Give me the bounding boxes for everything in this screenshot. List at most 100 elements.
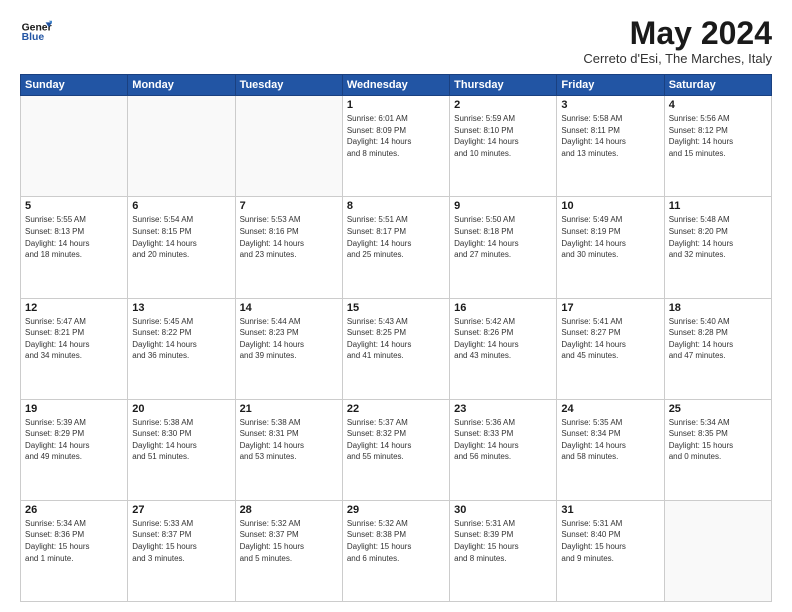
day-number: 27 <box>132 504 230 516</box>
day-info: Sunrise: 5:41 AM Sunset: 8:27 PM Dayligh… <box>561 316 659 362</box>
calendar-day-cell: 23 Sunrise: 5:36 AM Sunset: 8:33 PM Dayli… <box>450 399 557 500</box>
calendar-day-cell: 10Sunrise: 5:49 AM Sunset: 8:19 PM Dayli… <box>557 197 664 298</box>
day-info: Sunrise: 5:32 AM Sunset: 8:38 PM Dayligh… <box>347 518 445 564</box>
day-number: 7 <box>240 200 338 212</box>
day-number: 31 <box>561 504 659 516</box>
day-info: Sunrise: 5:33 AM Sunset: 8:37 PM Dayligh… <box>132 518 230 564</box>
day-number: 13 <box>132 302 230 314</box>
calendar-week-row: 5 Sunrise: 5:55 AM Sunset: 8:13 PM Daylig… <box>21 197 772 298</box>
day-number: 2 <box>454 99 552 111</box>
header: General Blue May 2024 Cerreto d'Esi, The… <box>20 16 772 66</box>
calendar-day-cell <box>664 500 771 601</box>
page: General Blue May 2024 Cerreto d'Esi, The… <box>0 0 792 612</box>
day-number: 14 <box>240 302 338 314</box>
day-info: Sunrise: 5:34 AM Sunset: 8:36 PM Dayligh… <box>25 518 123 564</box>
day-number: 8 <box>347 200 445 212</box>
day-info: Sunrise: 5:37 AM Sunset: 8:32 PM Dayligh… <box>347 417 445 463</box>
day-number: 23 <box>454 403 552 415</box>
day-number: 28 <box>240 504 338 516</box>
calendar-week-row: 19Sunrise: 5:39 AM Sunset: 8:29 PM Dayli… <box>21 399 772 500</box>
day-info: Sunrise: 5:47 AM Sunset: 8:21 PM Dayligh… <box>25 316 123 362</box>
subtitle: Cerreto d'Esi, The Marches, Italy <box>583 51 772 66</box>
day-info: Sunrise: 5:42 AM Sunset: 8:26 PM Dayligh… <box>454 316 552 362</box>
day-number: 20 <box>132 403 230 415</box>
calendar-header-cell: Thursday <box>450 75 557 96</box>
calendar-header-cell: Sunday <box>21 75 128 96</box>
day-info: Sunrise: 5:53 AM Sunset: 8:16 PM Dayligh… <box>240 214 338 260</box>
day-number: 22 <box>347 403 445 415</box>
day-info: Sunrise: 5:43 AM Sunset: 8:25 PM Dayligh… <box>347 316 445 362</box>
calendar-header-cell: Tuesday <box>235 75 342 96</box>
day-info: Sunrise: 5:59 AM Sunset: 8:10 PM Dayligh… <box>454 113 552 159</box>
calendar-header-cell: Friday <box>557 75 664 96</box>
calendar-day-cell: 15Sunrise: 5:43 AM Sunset: 8:25 PM Dayli… <box>342 298 449 399</box>
day-info: Sunrise: 5:36 AM Sunset: 8:33 PM Dayligh… <box>454 417 552 463</box>
day-number: 16 <box>454 302 552 314</box>
day-number: 25 <box>669 403 767 415</box>
calendar-header-cell: Wednesday <box>342 75 449 96</box>
day-number: 3 <box>561 99 659 111</box>
day-info: Sunrise: 5:51 AM Sunset: 8:17 PM Dayligh… <box>347 214 445 260</box>
day-info: Sunrise: 5:56 AM Sunset: 8:12 PM Dayligh… <box>669 113 767 159</box>
calendar-day-cell: 16 Sunrise: 5:42 AM Sunset: 8:26 PM Dayli… <box>450 298 557 399</box>
calendar-day-cell: 25 Sunrise: 5:34 AM Sunset: 8:35 PM Dayli… <box>664 399 771 500</box>
calendar-day-cell <box>235 96 342 197</box>
day-info: Sunrise: 5:48 AM Sunset: 8:20 PM Dayligh… <box>669 214 767 260</box>
calendar-day-cell: 26 Sunrise: 5:34 AM Sunset: 8:36 PM Dayli… <box>21 500 128 601</box>
logo: General Blue <box>20 16 52 48</box>
day-number: 6 <box>132 200 230 212</box>
calendar-day-cell: 12 Sunrise: 5:47 AM Sunset: 8:21 PM Dayli… <box>21 298 128 399</box>
day-info: Sunrise: 5:31 AM Sunset: 8:39 PM Dayligh… <box>454 518 552 564</box>
day-number: 11 <box>669 200 767 212</box>
day-info: Sunrise: 5:31 AM Sunset: 8:40 PM Dayligh… <box>561 518 659 564</box>
calendar-day-cell: 20 Sunrise: 5:38 AM Sunset: 8:30 PM Dayli… <box>128 399 235 500</box>
calendar-day-cell: 3Sunrise: 5:58 AM Sunset: 8:11 PM Daylig… <box>557 96 664 197</box>
day-number: 24 <box>561 403 659 415</box>
calendar-day-cell: 17Sunrise: 5:41 AM Sunset: 8:27 PM Dayli… <box>557 298 664 399</box>
day-number: 1 <box>347 99 445 111</box>
day-info: Sunrise: 5:39 AM Sunset: 8:29 PM Dayligh… <box>25 417 123 463</box>
calendar-day-cell: 22 Sunrise: 5:37 AM Sunset: 8:32 PM Dayli… <box>342 399 449 500</box>
calendar-day-cell: 19Sunrise: 5:39 AM Sunset: 8:29 PM Dayli… <box>21 399 128 500</box>
day-number: 4 <box>669 99 767 111</box>
calendar-day-cell: 5 Sunrise: 5:55 AM Sunset: 8:13 PM Daylig… <box>21 197 128 298</box>
calendar-header-cell: Monday <box>128 75 235 96</box>
calendar-day-cell <box>128 96 235 197</box>
calendar-day-cell: 1 Sunrise: 6:01 AM Sunset: 8:09 PM Daylig… <box>342 96 449 197</box>
calendar-header-cell: Saturday <box>664 75 771 96</box>
calendar-week-row: 26 Sunrise: 5:34 AM Sunset: 8:36 PM Dayli… <box>21 500 772 601</box>
calendar-day-cell: 24Sunrise: 5:35 AM Sunset: 8:34 PM Dayli… <box>557 399 664 500</box>
day-number: 21 <box>240 403 338 415</box>
day-info: Sunrise: 5:55 AM Sunset: 8:13 PM Dayligh… <box>25 214 123 260</box>
day-info: Sunrise: 5:40 AM Sunset: 8:28 PM Dayligh… <box>669 316 767 362</box>
calendar-day-cell: 2 Sunrise: 5:59 AM Sunset: 8:10 PM Daylig… <box>450 96 557 197</box>
day-number: 30 <box>454 504 552 516</box>
calendar-day-cell: 29 Sunrise: 5:32 AM Sunset: 8:38 PM Dayli… <box>342 500 449 601</box>
day-info: Sunrise: 6:01 AM Sunset: 8:09 PM Dayligh… <box>347 113 445 159</box>
calendar-week-row: 1 Sunrise: 6:01 AM Sunset: 8:09 PM Daylig… <box>21 96 772 197</box>
day-number: 29 <box>347 504 445 516</box>
day-number: 5 <box>25 200 123 212</box>
day-info: Sunrise: 5:34 AM Sunset: 8:35 PM Dayligh… <box>669 417 767 463</box>
calendar-day-cell: 4 Sunrise: 5:56 AM Sunset: 8:12 PM Daylig… <box>664 96 771 197</box>
main-title: May 2024 <box>583 16 772 51</box>
calendar-day-cell: 13Sunrise: 5:45 AM Sunset: 8:22 PM Dayli… <box>128 298 235 399</box>
calendar-day-cell: 28Sunrise: 5:32 AM Sunset: 8:37 PM Dayli… <box>235 500 342 601</box>
day-number: 9 <box>454 200 552 212</box>
day-number: 26 <box>25 504 123 516</box>
day-info: Sunrise: 5:38 AM Sunset: 8:30 PM Dayligh… <box>132 417 230 463</box>
svg-text:Blue: Blue <box>22 32 45 43</box>
calendar-day-cell: 11 Sunrise: 5:48 AM Sunset: 8:20 PM Dayli… <box>664 197 771 298</box>
calendar-day-cell: 30 Sunrise: 5:31 AM Sunset: 8:39 PM Dayli… <box>450 500 557 601</box>
title-block: May 2024 Cerreto d'Esi, The Marches, Ita… <box>583 16 772 66</box>
calendar-table: SundayMondayTuesdayWednesdayThursdayFrid… <box>20 74 772 602</box>
calendar-day-cell: 8 Sunrise: 5:51 AM Sunset: 8:17 PM Daylig… <box>342 197 449 298</box>
calendar-week-row: 12 Sunrise: 5:47 AM Sunset: 8:21 PM Dayli… <box>21 298 772 399</box>
calendar-day-cell: 6Sunrise: 5:54 AM Sunset: 8:15 PM Daylig… <box>128 197 235 298</box>
calendar-day-cell: 14Sunrise: 5:44 AM Sunset: 8:23 PM Dayli… <box>235 298 342 399</box>
day-info: Sunrise: 5:49 AM Sunset: 8:19 PM Dayligh… <box>561 214 659 260</box>
calendar-day-cell: 7 Sunrise: 5:53 AM Sunset: 8:16 PM Daylig… <box>235 197 342 298</box>
day-number: 12 <box>25 302 123 314</box>
day-number: 18 <box>669 302 767 314</box>
day-info: Sunrise: 5:38 AM Sunset: 8:31 PM Dayligh… <box>240 417 338 463</box>
